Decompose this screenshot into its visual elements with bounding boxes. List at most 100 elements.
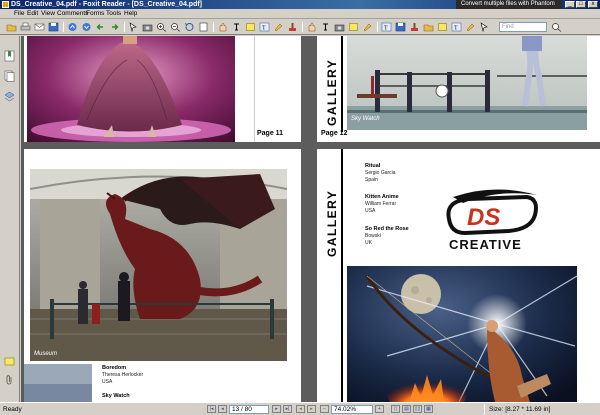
text-select-icon[interactable] xyxy=(231,22,242,32)
last-page-button[interactable]: ▸| xyxy=(283,405,292,413)
svg-text:T: T xyxy=(384,26,388,32)
print-icon[interactable] xyxy=(20,22,31,32)
menu-comments[interactable]: Comments xyxy=(57,10,88,18)
menu-edit[interactable]: Edit xyxy=(27,10,38,18)
close-icon: x xyxy=(591,1,595,7)
pages-icon[interactable] xyxy=(4,70,15,82)
zoom-level-input[interactable]: 74.02% xyxy=(331,405,373,414)
typewriter-icon[interactable]: T xyxy=(259,22,270,32)
page-divider xyxy=(254,36,255,142)
restore-button[interactable]: □ xyxy=(576,1,586,8)
status-text: Ready xyxy=(3,406,22,413)
toolbar-separator xyxy=(302,22,303,32)
snapshot-icon[interactable] xyxy=(334,22,345,32)
next-page-icon: ▸ xyxy=(275,406,278,412)
gallery-heading: GALLERY xyxy=(325,189,339,257)
page-number-label: Page 11 xyxy=(257,130,284,137)
prev-icon[interactable] xyxy=(67,22,78,32)
window-title: DS_Creative_04.pdf - Foxit Reader - [DS_… xyxy=(11,1,203,8)
zoom-out-button[interactable]: − xyxy=(320,405,329,413)
hand-icon[interactable] xyxy=(217,22,228,32)
zoom-in-icon[interactable] xyxy=(156,22,167,32)
note-icon[interactable] xyxy=(437,22,448,32)
snapshot-icon[interactable] xyxy=(142,22,153,32)
next-icon[interactable] xyxy=(81,22,92,32)
toolbar-separator xyxy=(377,22,378,32)
bookmarks-icon[interactable] xyxy=(4,50,15,62)
typewriter-icon[interactable]: T xyxy=(451,22,462,32)
minimize-button[interactable]: _ xyxy=(565,1,575,8)
image-caption: Museum xyxy=(34,351,58,357)
email-icon[interactable] xyxy=(34,22,45,32)
forward-icon[interactable] xyxy=(109,22,120,32)
single-page-button[interactable]: ▯ xyxy=(391,405,400,413)
menu-forms[interactable]: Forms xyxy=(86,10,104,18)
first-page-button[interactable]: |◂ xyxy=(207,405,216,413)
zoom-out-icon[interactable] xyxy=(170,22,181,32)
back-view-icon: ◂ xyxy=(299,406,302,412)
rotate-icon[interactable] xyxy=(184,22,195,32)
menu-tools[interactable]: Tools xyxy=(106,10,121,18)
page-size-text: Size: [8.27 * 11.69 in] xyxy=(489,406,551,413)
highlight-icon[interactable] xyxy=(273,22,284,32)
select-icon[interactable] xyxy=(479,22,490,32)
first-page-icon: |◂ xyxy=(209,406,214,412)
highlight-icon[interactable] xyxy=(465,22,476,32)
layers-icon[interactable] xyxy=(4,90,15,102)
foxit-app-icon[interactable] xyxy=(2,1,9,8)
promo-banner[interactable]: Convert multiple files with Phantom xyxy=(456,0,562,9)
page-13: Museum Boredom Theresa Herlocker USA Sky… xyxy=(24,149,301,402)
gallery-heading: GALLERY xyxy=(325,58,339,126)
page-12: Page 12 GALLERY Sky Watch xyxy=(317,36,600,142)
stamp-icon[interactable] xyxy=(287,22,298,32)
logo-wordmark: CREATIVE xyxy=(449,237,522,252)
prev-page-button[interactable]: ◂ xyxy=(218,405,227,413)
hand-icon[interactable] xyxy=(306,22,317,32)
attachments-icon[interactable] xyxy=(4,374,15,386)
back-view-button[interactable]: ◂ xyxy=(296,405,305,413)
save-icon[interactable] xyxy=(395,22,406,32)
museum-dragon-image xyxy=(30,169,287,361)
stamp-icon[interactable] xyxy=(409,22,420,32)
note-icon[interactable] xyxy=(348,22,359,32)
typewriter-icon[interactable]: T xyxy=(381,22,392,32)
page-number-input[interactable]: 13 / 80 xyxy=(229,405,269,414)
entry-title: Boredom xyxy=(102,365,127,371)
open-icon[interactable] xyxy=(423,22,434,32)
menu-file[interactable]: File xyxy=(14,10,24,18)
menu-view[interactable]: View xyxy=(41,10,55,18)
close-button[interactable]: x xyxy=(588,1,598,8)
highlight-icon[interactable] xyxy=(362,22,373,32)
toolbar-separator xyxy=(213,22,214,32)
next-page-button[interactable]: ▸ xyxy=(272,405,281,413)
page-14: GALLERY Ritual Sergio Garcia Spain Kitte… xyxy=(317,149,600,402)
forward-view-icon: ▸ xyxy=(310,406,313,412)
logo-mark: DS xyxy=(467,204,500,231)
continuous-button[interactable]: ▤ xyxy=(402,405,411,413)
restore-icon: □ xyxy=(579,1,583,7)
open-icon[interactable] xyxy=(6,22,17,32)
zoom-in-icon: + xyxy=(378,406,381,412)
save-icon[interactable] xyxy=(48,22,59,32)
toolbar-separator xyxy=(124,22,125,32)
zoom-in-button[interactable]: + xyxy=(375,405,384,413)
document-view[interactable]: Page 11 Page 12 GALLERY Sky Watch Museum… xyxy=(21,36,600,402)
continuous-facing-button[interactable]: ▦ xyxy=(424,405,433,413)
menu-help[interactable]: Help xyxy=(124,10,137,18)
promo-text: Convert multiple files with Phantom xyxy=(461,1,555,7)
comments-icon[interactable] xyxy=(4,356,15,368)
gallery-rule xyxy=(341,149,343,402)
facing-button[interactable]: ▯▯ xyxy=(413,405,422,413)
toolbar-separator xyxy=(63,22,64,32)
zoom-out-icon: − xyxy=(323,406,326,412)
find-input[interactable]: Find xyxy=(499,22,547,32)
boredom-thumbnail-image xyxy=(24,364,92,402)
text-select-icon[interactable] xyxy=(320,22,331,32)
forward-view-button[interactable]: ▸ xyxy=(307,405,316,413)
note-icon[interactable] xyxy=(245,22,256,32)
select-icon[interactable] xyxy=(128,22,139,32)
fit-page-icon[interactable] xyxy=(198,22,209,32)
find-icon[interactable] xyxy=(551,22,562,32)
back-icon[interactable] xyxy=(95,22,106,32)
artwork-entry: Boredom Theresa Herlocker USA xyxy=(102,365,197,385)
